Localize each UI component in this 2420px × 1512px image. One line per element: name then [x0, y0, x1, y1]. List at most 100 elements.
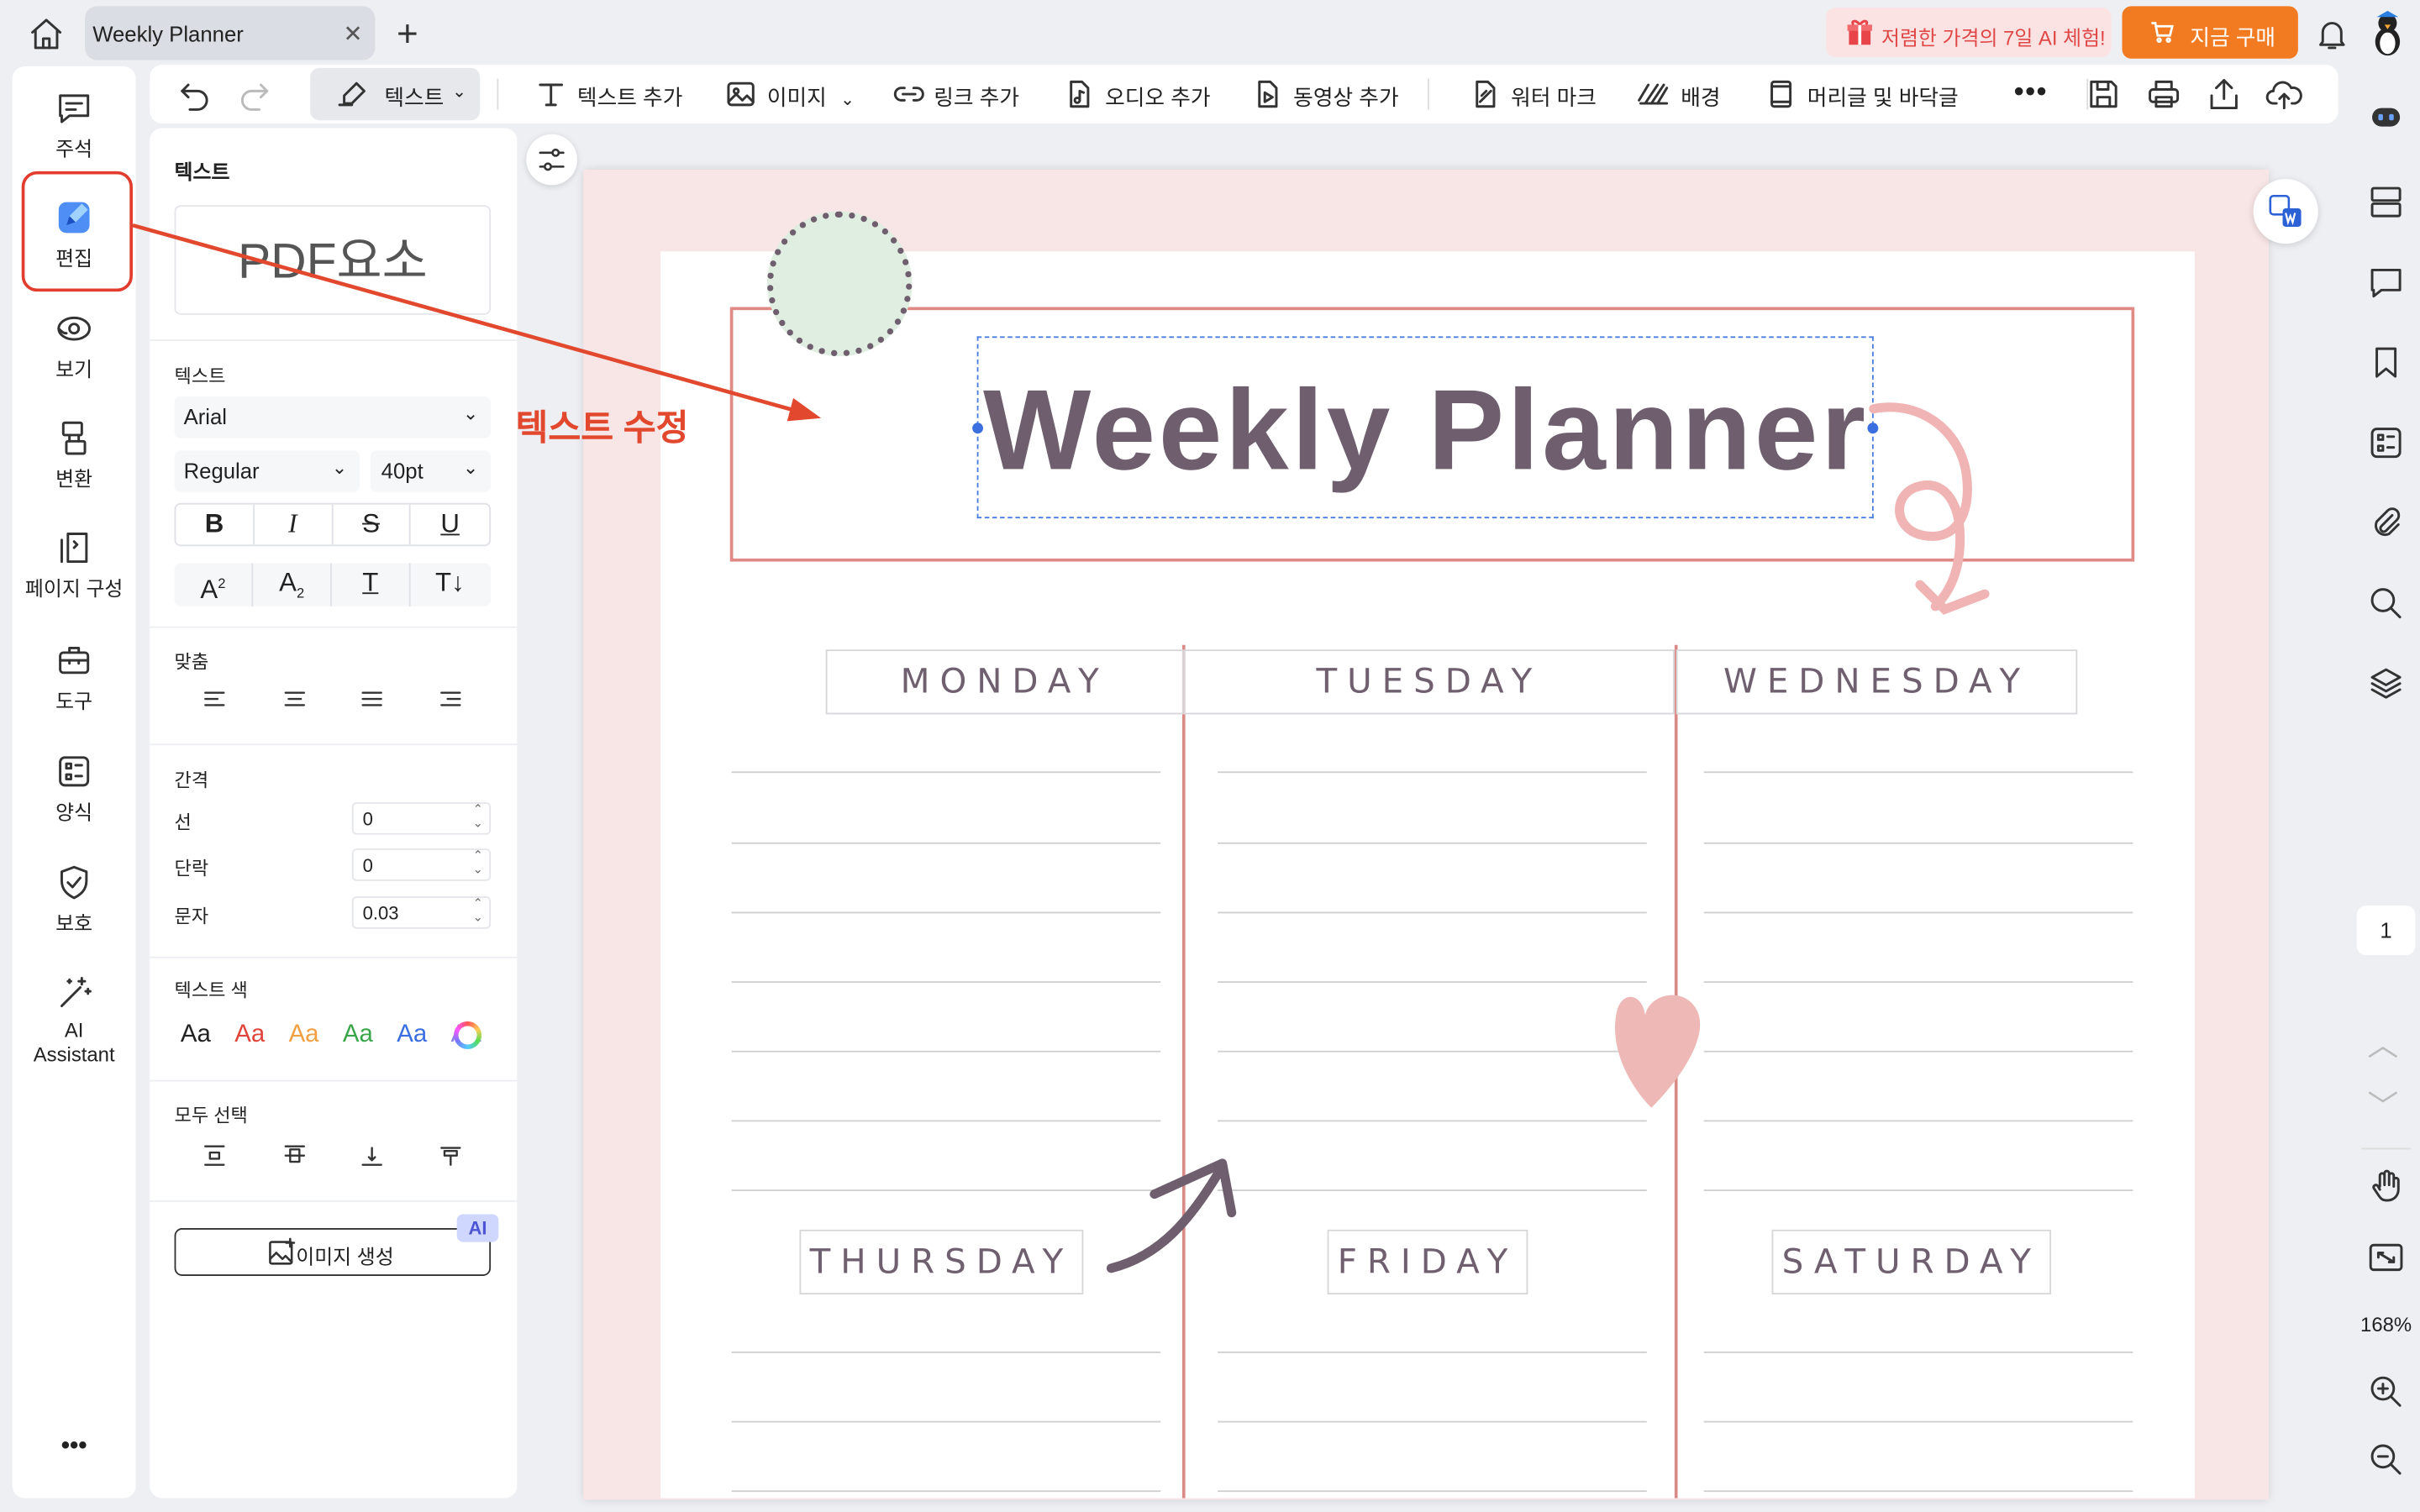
print-icon[interactable] [2147, 77, 2181, 111]
edit-icon [54, 196, 94, 236]
nav-convert[interactable]: 변환 [13, 420, 136, 492]
undo-icon[interactable] [177, 77, 211, 111]
bell-icon[interactable] [2315, 17, 2349, 50]
page-layout-icon[interactable] [2368, 184, 2405, 221]
font-size-select[interactable]: 40pt ⌄ [370, 450, 492, 492]
strikethrough-button[interactable]: S [333, 504, 412, 545]
more-options-icon[interactable]: ••• [2014, 76, 2048, 108]
day-header-wednesday: WEDNESDAY [1676, 649, 2078, 715]
day-header-friday: FRIDAY [1327, 1229, 1528, 1295]
day-header-monday: MONDAY [825, 649, 1184, 715]
nav-comment[interactable]: 주석 [13, 90, 136, 162]
nav-page-organize[interactable]: 페이지 구성 [13, 529, 136, 601]
attachment-icon[interactable] [2368, 505, 2405, 542]
nav-ai-assistant[interactable]: AI Assistant [13, 975, 136, 1068]
ruled-line [1703, 911, 2133, 914]
promo-banner[interactable]: 저렴한 가격의 7일 AI 체험! [1825, 8, 2112, 57]
new-tab-button[interactable]: + [397, 14, 418, 57]
distribute-middle-icon[interactable] [284, 1145, 306, 1167]
nav-forms[interactable]: 양식 [13, 753, 136, 825]
fit-page-icon[interactable] [2368, 1239, 2405, 1276]
header-footer-button[interactable]: 머리글 및 바닥글 [1765, 65, 1959, 123]
ai-robot-icon[interactable] [2370, 102, 2402, 133]
document-tab[interactable]: Weekly Planner ✕ [85, 6, 376, 60]
nav-edit[interactable]: 편집 [13, 196, 136, 271]
paragraph-spacing-input[interactable]: 0 [351, 848, 492, 881]
distribute-bottom-icon[interactable] [361, 1145, 383, 1167]
zoom-in-icon[interactable] [2368, 1373, 2405, 1410]
ruled-line [1703, 1120, 2133, 1122]
align-right-icon[interactable] [439, 690, 461, 708]
distribute-top-icon[interactable] [203, 1145, 225, 1167]
save-icon[interactable] [2086, 77, 2120, 111]
nav-label: 페이지 구성 [24, 576, 124, 601]
watermark-icon [1470, 79, 1501, 110]
underline-button[interactable]: U [411, 505, 489, 545]
hand-pan-icon[interactable] [2368, 1168, 2405, 1205]
divider [150, 1200, 518, 1202]
redo-icon[interactable] [238, 77, 271, 111]
cloud-upload-icon[interactable] [2265, 77, 2302, 111]
color-swatch-green[interactable]: Aa [343, 1021, 373, 1047]
sidebar-divider [2361, 1147, 2411, 1150]
font-style-select[interactable]: Regular ⌄ [174, 450, 360, 492]
text-mode-dropdown[interactable]: 텍스트 ⌄ [310, 67, 481, 121]
add-video-button[interactable]: 동영상 추가 [1252, 65, 1399, 123]
select-all-section-label: 모두 선택 [174, 1105, 248, 1126]
text-baseline-button[interactable]: T [332, 563, 411, 606]
char-spacing-input[interactable]: 0.03 [351, 896, 492, 929]
add-text-button[interactable]: 텍스트 추가 [535, 65, 682, 123]
form-fields-icon[interactable] [2368, 424, 2405, 461]
generate-image-button[interactable]: 이미지 생성 [174, 1228, 492, 1276]
ruled-line [1218, 771, 1647, 774]
italic-button[interactable]: I [255, 504, 333, 545]
ruled-line [1703, 1050, 2133, 1053]
share-upload-icon[interactable] [2207, 77, 2241, 111]
bold-button[interactable]: B [176, 504, 255, 545]
line-spacing-input[interactable]: 0 [351, 802, 492, 835]
nav-protect[interactable]: 보호 [13, 864, 136, 937]
image-dropdown[interactable]: 이미지 ⌄ [725, 65, 855, 123]
previous-page-icon[interactable]: ︿ [2368, 1020, 2399, 1064]
planner-title[interactable]: Weekly Planner [983, 364, 1869, 495]
translate-word-icon[interactable] [2253, 179, 2318, 244]
buy-now-button[interactable]: 지금 구매 [2122, 6, 2298, 59]
more-nav-icon[interactable]: ••• [13, 1433, 136, 1461]
ruled-line [731, 842, 1161, 844]
search-icon[interactable] [2368, 585, 2405, 622]
filter-settings-icon[interactable] [526, 134, 577, 186]
zoom-out-icon[interactable] [2368, 1441, 2405, 1478]
align-justify-icon[interactable] [361, 690, 383, 708]
selection-handle-left[interactable] [972, 423, 983, 434]
nav-view[interactable]: 보기 [13, 310, 136, 382]
color-swatch-red[interactable]: Aa [234, 1021, 265, 1047]
user-avatar[interactable] [2370, 10, 2404, 57]
subscript-button[interactable]: A2 [253, 563, 332, 606]
toolbar: 텍스트 ⌄ 텍스트 추가 이미지 ⌄ 링크 추가 오디오 추가 동영상 추가 워… [150, 65, 2338, 123]
superscript-button[interactable]: A2 [175, 563, 254, 606]
distribute-vertical-icon[interactable] [439, 1145, 461, 1167]
next-page-icon[interactable]: ﹀ [2368, 1082, 2399, 1126]
text-height-button[interactable]: T↓ [411, 563, 490, 606]
ruled-line [1703, 981, 2133, 983]
zoom-level[interactable]: 168% [2346, 1313, 2420, 1336]
color-swatch-black[interactable]: Aa [181, 1021, 211, 1047]
close-tab-icon[interactable]: ✕ [344, 20, 363, 48]
add-link-button[interactable]: 링크 추가 [892, 65, 1019, 123]
align-center-icon[interactable] [284, 690, 306, 708]
color-swatch-orange[interactable]: Aa [289, 1021, 319, 1047]
align-left-icon[interactable] [203, 690, 225, 708]
page-number-display[interactable]: 1 [2356, 906, 2416, 955]
home-icon[interactable] [28, 15, 65, 52]
nav-tools[interactable]: 도구 [13, 642, 136, 714]
tab-title: Weekly Planner [92, 21, 244, 47]
background-button[interactable]: 배경 [1636, 65, 1721, 123]
color-picker-wheel-icon[interactable] [453, 1021, 482, 1049]
bookmark-icon[interactable] [2368, 344, 2405, 381]
comments-icon[interactable] [2368, 264, 2405, 301]
spacing-section-label: 간격 [174, 769, 209, 792]
add-audio-button[interactable]: 오디오 추가 [1064, 65, 1211, 123]
layers-icon[interactable] [2368, 665, 2405, 702]
color-swatch-blue[interactable]: Aa [397, 1021, 427, 1047]
watermark-button[interactable]: 워터 마크 [1470, 65, 1597, 123]
